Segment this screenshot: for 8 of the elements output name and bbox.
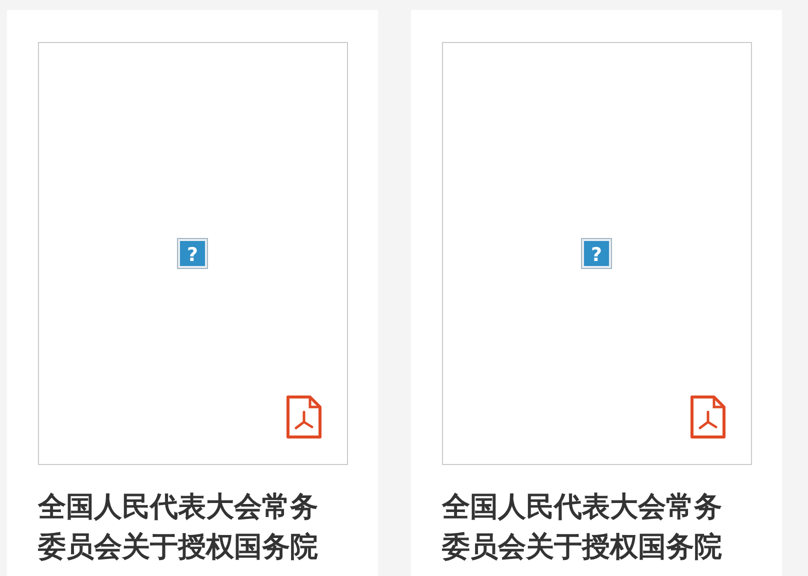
document-title[interactable]: 全国人民代表大会常务 委员会关于授权国务院 <box>38 487 347 567</box>
pdf-file-icon <box>286 395 322 439</box>
broken-image-icon: ? <box>177 238 208 269</box>
pdf-file-icon <box>690 395 726 439</box>
document-title[interactable]: 全国人民代表大会常务 委员会关于授权国务院 <box>442 487 751 567</box>
document-card[interactable]: ? 全国人民代表大会常务 委员会关于授权国务院 <box>411 10 782 576</box>
document-card[interactable]: ? 全国人民代表大会常务 委员会关于授权国务院 <box>7 10 378 576</box>
broken-image-icon: ? <box>581 238 612 269</box>
